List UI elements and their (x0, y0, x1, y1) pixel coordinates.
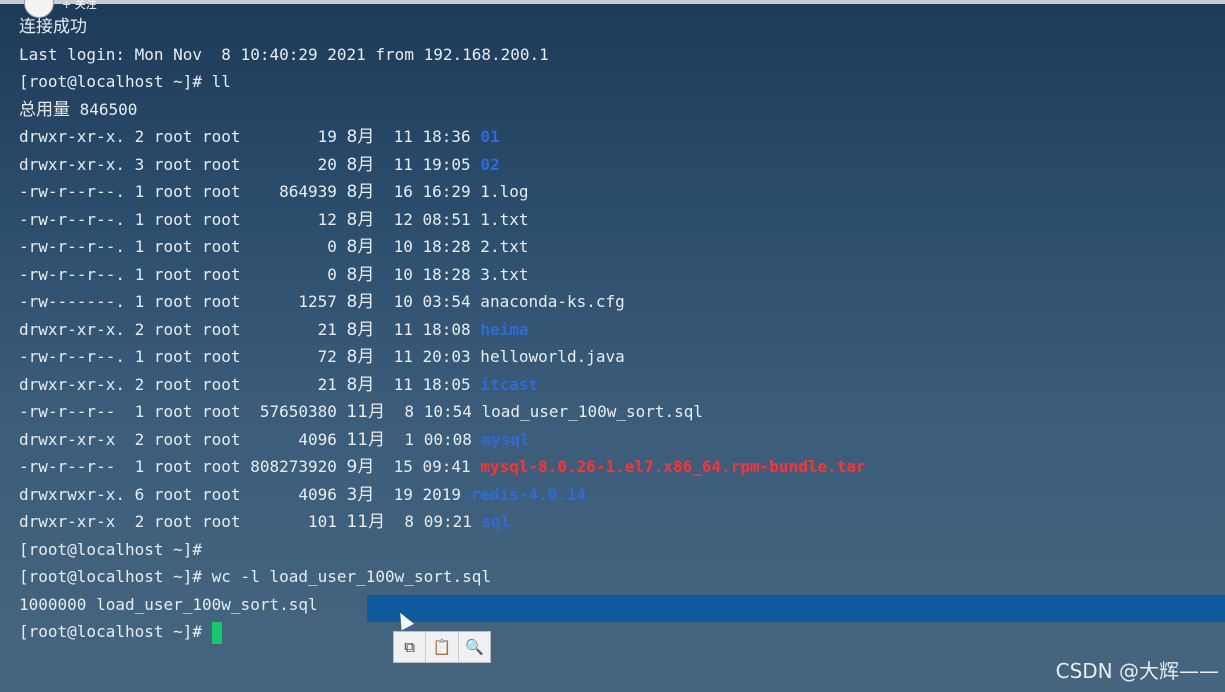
terminal-line: -rw-r--r--. 1 root root 12 8月 12 08:51 1… (19, 206, 1225, 234)
terminal-text: 8月 (346, 154, 375, 175)
terminal-line: -rw-r--r-- 1 root root 57650380 11月 8 10… (19, 398, 1225, 426)
terminal-text: 8月 (346, 237, 375, 257)
directory-name: 02 (480, 154, 500, 174)
terminal-text: 15 09:41 (374, 457, 481, 476)
terminal-line: drwxr-xr-x. 2 root root 21 8月 11 18:08 h… (19, 316, 1225, 344)
terminal-text: 8月 (346, 182, 375, 202)
terminal-text: 8月 (346, 292, 375, 312)
terminal-text: 1 00:08 (385, 429, 482, 449)
terminal-text: 10 03:54 anaconda-ks.cfg (374, 292, 625, 311)
terminal-text: 8月 (346, 264, 375, 285)
terminal-text: drwxr-xr-x. 3 root root 20 (19, 154, 347, 174)
directory-name: sql (481, 512, 511, 531)
terminal-text: -rw-r--r-- 1 root root 57650380 (19, 402, 347, 421)
directory-name: itcast (480, 374, 539, 394)
terminal-line: -rw-------. 1 root root 1257 8月 10 03:54… (19, 288, 1225, 316)
terminal-text: 11 18:08 (374, 319, 481, 339)
terminal-line: drwxr-xr-x 2 root root 4096 11月 1 00:08 … (19, 426, 1225, 454)
terminal-line: [root@localhost ~]# (19, 536, 1225, 564)
terminal-text: 8 10:54 load_user_100w_sort.sql (385, 402, 704, 421)
search-icon: 🔍 (464, 638, 484, 656)
watermark: CSDN @大辉—— (1055, 659, 1219, 683)
terminal-text: -rw-r--r-- 1 root root 808273920 (19, 457, 347, 476)
terminal-text: drwxr-xr-x. 2 root root 21 (19, 319, 347, 339)
paste-icon: 📋 (432, 638, 452, 656)
terminal-text: 8月 (346, 347, 375, 367)
terminal-text: -rw-r--r--. 1 root root 864939 (19, 182, 347, 201)
terminal-line: 总用量 846500 (19, 96, 1225, 124)
terminal-text: 11 20:03 helloworld.java (374, 347, 625, 366)
terminal-text: 总用量 (19, 99, 70, 120)
terminal-line: drwxr-xr-x. 2 root root 21 8月 11 18:05 i… (19, 371, 1225, 399)
terminal-line: drwxr-xr-x 2 root root 101 11月 8 09:21 s… (19, 508, 1225, 536)
terminal-text: -rw-r--r--. 1 root root 72 (19, 347, 347, 366)
terminal-text: [root@localhost ~]# (19, 539, 203, 559)
terminal-text: -rw-r--r--. 1 root root 0 (19, 237, 347, 256)
paste-button[interactable]: 📋 (426, 632, 459, 662)
terminal-text: 11 19:05 (374, 154, 481, 174)
terminal-line: Last login: Mon Nov 8 10:40:29 2021 from… (19, 41, 1225, 69)
terminal-line: [root@localhost ~]# ll (19, 68, 1225, 96)
terminal-text: 12 08:51 1.txt (374, 209, 529, 229)
copy-button[interactable]: ⧉ (394, 632, 427, 662)
follow-button[interactable]: + 关注 (62, 0, 97, 12)
directory-name: redis-4.0.14 (470, 484, 587, 504)
directory-name: 01 (480, 127, 500, 146)
terminal-text: 1000000 load_user_100w_sort.sql (19, 594, 318, 614)
terminal-text: 连接成功 (19, 17, 87, 37)
terminal-text: -rw-r--r--. 1 root root 12 (19, 209, 347, 229)
terminal-text: 3月 (346, 484, 375, 505)
terminal-text: drwxrwxr-x. 6 root root 4096 (19, 484, 347, 504)
terminal-text: drwxr-xr-x 2 root root 4096 (19, 429, 347, 449)
terminal-text: drwxr-xr-x. 2 root root 19 (19, 127, 347, 146)
terminal-line: -rw-r--r--. 1 root root 0 8月 10 18:28 2.… (19, 233, 1225, 261)
terminal-output[interactable]: 连接成功 Last login: Mon Nov 8 10:40:29 2021 … (19, 13, 1225, 646)
terminal-text: [root@localhost ~]# wc -l load_user_100w… (19, 567, 492, 586)
terminal-text: 846500 (70, 99, 138, 119)
terminal-text: 16 16:29 1.log (374, 182, 529, 201)
terminal-line: -rw-r--r--. 1 root root 72 8月 11 20:03 h… (19, 343, 1225, 371)
terminal-text: 8 09:21 (385, 512, 482, 531)
terminal-line: 1000000 load_user_100w_sort.sql (19, 591, 1225, 619)
terminal-text: drwxr-xr-x. 2 root root 21 (19, 374, 347, 394)
terminal-text: 11月 (346, 402, 386, 422)
terminal-line: -rw-r--r--. 1 root root 0 8月 10 18:28 3.… (19, 261, 1225, 289)
terminal-line: 连接成功 (19, 13, 1225, 41)
terminal-text: [root@localhost ~]# (19, 622, 203, 641)
search-button[interactable]: 🔍 (459, 632, 490, 662)
terminal-text: 11 18:36 (374, 127, 481, 146)
terminal-text: -rw-------. 1 root root 1257 (19, 292, 347, 311)
terminal-text: 10 18:28 2.txt (374, 237, 529, 256)
terminal-text: 9月 (346, 457, 375, 477)
terminal-cursor (212, 621, 223, 644)
terminal-text: 8月 (346, 127, 375, 147)
terminal-text: 8月 (346, 209, 375, 230)
context-toolbar: ⧉ 📋 🔍 (393, 631, 491, 663)
terminal-text: [root@localhost ~]# ll (19, 72, 231, 91)
terminal-text: 10 18:28 3.txt (374, 264, 529, 284)
terminal-text: -rw-r--r--. 1 root root 0 (19, 264, 347, 284)
terminal-text: 8月 (346, 319, 375, 340)
terminal-line: drwxrwxr-x. 6 root root 4096 3月 19 2019 … (19, 481, 1225, 509)
terminal-text: 8月 (346, 374, 375, 395)
terminal-line: -rw-r--r-- 1 root root 808273920 9月 15 0… (19, 453, 1225, 481)
terminal-line: -rw-r--r--. 1 root root 864939 8月 16 16:… (19, 178, 1225, 206)
terminal-text: 11月 (346, 429, 386, 450)
archive-filename: mysql-8.0.26-1.el7.x86_64.rpm-bundle.tar (480, 457, 866, 476)
terminal-text: 11 18:05 (374, 374, 481, 394)
terminal-line: [root@localhost ~]# (19, 618, 1225, 646)
terminal-text: 19 2019 (374, 484, 471, 504)
terminal-text: drwxr-xr-x 2 root root 101 (19, 512, 347, 531)
copy-icon: ⧉ (404, 638, 416, 656)
terminal-text: Last login: Mon Nov 8 10:40:29 2021 from… (19, 44, 549, 64)
terminal-line: drwxr-xr-x. 2 root root 19 8月 11 18:36 0… (19, 123, 1225, 151)
directory-name: mysql (481, 429, 530, 449)
top-bar (0, 0, 1225, 4)
terminal-line: [root@localhost ~]# wc -l load_user_100w… (19, 563, 1225, 591)
terminal-line: drwxr-xr-x. 3 root root 20 8月 11 19:05 0… (19, 151, 1225, 179)
directory-name: heima (480, 319, 529, 339)
terminal-text: 11月 (346, 512, 386, 532)
